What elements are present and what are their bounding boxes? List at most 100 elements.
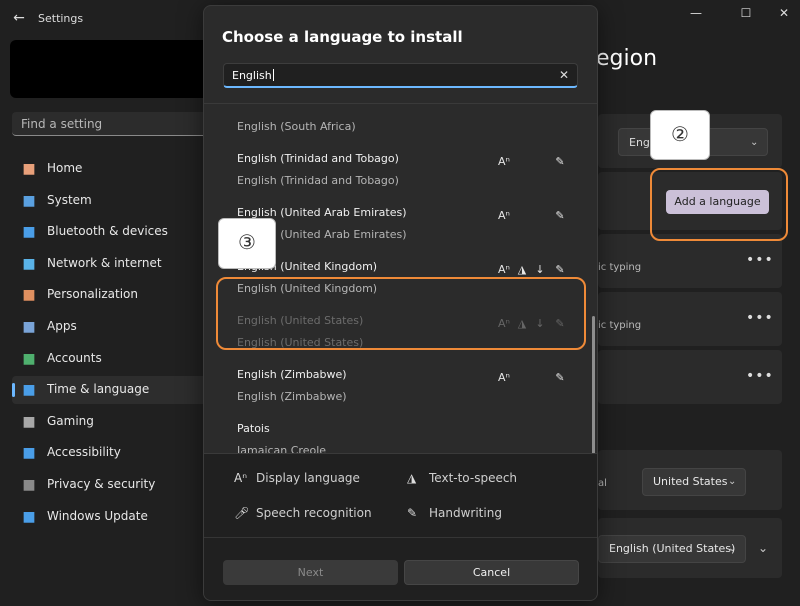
sidebar-item-label: Windows Update xyxy=(47,508,148,523)
legend-label: Display language xyxy=(256,471,360,485)
sidebar-item[interactable]: ■ Personalization xyxy=(12,281,212,309)
chevron-down-icon: ⌄ xyxy=(750,137,759,148)
system-icon: ■ xyxy=(22,192,36,209)
language-search-input[interactable]: English ✕ xyxy=(223,63,578,88)
sidebar-item-label: Network & internet xyxy=(47,255,162,270)
sidebar-item[interactable]: ■ Gaming xyxy=(12,408,212,436)
sidebar-item[interactable]: ■ System xyxy=(12,187,212,215)
handwriting-icon: ✎ xyxy=(555,209,565,222)
language-name: Patois xyxy=(237,422,270,435)
language-name: English (Trinidad and Tobago) xyxy=(237,152,399,165)
regional-format-value: English (United States) xyxy=(609,542,736,555)
sidebar-item-label: Home xyxy=(47,161,83,175)
language-list-item[interactable]: English (Zimbabwe) English (Zimbabwe) Aⁿ ✎ xyxy=(204,359,597,413)
next-button[interactable]: Next xyxy=(223,560,398,585)
typing-label-2: ic typing xyxy=(598,320,642,331)
sidebar-item-label: Privacy & security xyxy=(47,477,156,491)
more-options-button-2[interactable]: ••• xyxy=(746,310,774,326)
gamepad-icon: ■ xyxy=(22,413,36,430)
step-3-badge: ③ xyxy=(218,218,276,269)
wifi-icon: ■ xyxy=(22,255,36,272)
legend-text-to-speech: ◮ Text-to-speech xyxy=(407,471,517,485)
callout-add-language xyxy=(650,168,788,241)
find-setting-input[interactable]: Find a setting xyxy=(12,112,212,136)
step-2-badge: ② xyxy=(650,110,710,160)
display-language-icon: Aⁿ xyxy=(498,371,510,384)
language-native-name: English (South Africa) xyxy=(237,120,356,133)
text-caret xyxy=(272,69,274,81)
language-list-item[interactable]: English (South Africa) xyxy=(204,104,597,143)
apps-icon: ■ xyxy=(22,319,36,335)
dialog-footer: Next Cancel xyxy=(204,537,597,600)
list-scrollbar[interactable] xyxy=(592,316,595,453)
shield-icon: ■ xyxy=(22,477,36,493)
more-options-button-3[interactable]: ••• xyxy=(746,368,774,384)
legend-handwriting: ✎ Handwriting xyxy=(407,506,502,520)
chevron-down-icon: ⌄ xyxy=(728,476,737,487)
sidebar-item-label: Time & language xyxy=(47,382,150,397)
language-name: English (Zimbabwe) xyxy=(237,368,347,381)
minimize-button[interactable]: — xyxy=(682,4,710,22)
sidebar-item[interactable]: ■ Network & internet xyxy=(12,250,212,278)
chevron-down-icon: ⌄ xyxy=(728,543,737,554)
regional-format-select[interactable]: English (United States) xyxy=(598,535,746,563)
handwriting-icon: ✎ xyxy=(555,263,565,276)
feature-legend: Aⁿ Display language ◮ Text-to-speech 🎤︎ Spe… xyxy=(204,453,597,537)
back-arrow-icon[interactable]: ← xyxy=(10,8,28,28)
sidebar-item[interactable]: ■ Accounts xyxy=(12,345,212,373)
typing-label-1: ic typing xyxy=(598,262,642,273)
sidebar-item[interactable]: ■ Accessibility xyxy=(12,439,212,467)
app-title: Settings xyxy=(38,12,84,25)
profile-redacted[interactable] xyxy=(10,40,212,98)
more-options-button-1[interactable]: ••• xyxy=(746,252,774,268)
sidebar-item[interactable]: ■ Time & language xyxy=(12,376,212,405)
sidebar-item-label: Accounts xyxy=(47,350,102,365)
language-native-name: Jamaican Creole xyxy=(237,444,327,453)
callout-english-us xyxy=(216,277,586,350)
sidebar-item-label: Apps xyxy=(47,319,77,333)
sidebar-item[interactable]: ■ Home xyxy=(12,155,212,183)
close-button[interactable]: ✕ xyxy=(770,4,798,22)
brush-icon: ■ xyxy=(22,287,36,304)
sidebar-item[interactable]: ■ Windows Update xyxy=(12,503,212,531)
expand-chevron-icon[interactable]: ⌄ xyxy=(758,541,768,555)
cancel-button[interactable]: Cancel xyxy=(404,560,579,585)
legend-display-language: Aⁿ Display language xyxy=(234,471,360,485)
handwriting-icon: ✎ xyxy=(555,155,565,168)
sidebar-item-label: Personalization xyxy=(47,287,138,302)
page-title: egion xyxy=(596,46,658,71)
text-to-speech-icon: ◮ xyxy=(517,263,527,276)
update-icon: ■ xyxy=(22,508,36,525)
text-to-speech-icon: ◮ xyxy=(407,471,417,485)
active-indicator xyxy=(12,383,15,398)
accounts-icon: ■ xyxy=(22,350,36,367)
accessibility-icon: ■ xyxy=(22,445,36,462)
dialog-title: Choose a language to install xyxy=(222,28,463,46)
legend-label: Text-to-speech xyxy=(429,471,518,485)
sidebar-item-label: Bluetooth & devices xyxy=(47,224,168,239)
legend-label: Speech recognition xyxy=(256,506,372,520)
clock-globe-icon: ■ xyxy=(22,382,36,399)
legend-label: Handwriting xyxy=(429,506,502,520)
display-language-icon: Aⁿ xyxy=(498,209,510,222)
language-list-item[interactable]: English (Trinidad and Tobago) English (Tr… xyxy=(204,143,597,197)
search-value: English xyxy=(232,69,274,82)
display-language-icon: Aⁿ xyxy=(234,471,247,485)
microphone-icon: 🎤︎ xyxy=(234,506,250,520)
sidebar-item-label: Gaming xyxy=(47,413,94,428)
language-list-item[interactable]: Patois Jamaican Creole xyxy=(204,413,597,453)
sidebar-item[interactable]: ■ Privacy & security xyxy=(12,471,212,499)
handwriting-icon: ✎ xyxy=(555,371,565,384)
speech-recognition-icon: ↓ xyxy=(535,263,545,276)
clear-search-icon[interactable]: ✕ xyxy=(559,68,569,82)
handwriting-icon: ✎ xyxy=(407,506,418,520)
legend-speech-recognition: 🎤︎ Speech recognition xyxy=(234,506,372,520)
bluetooth-icon: ■ xyxy=(22,224,36,241)
language-native-name: English (Zimbabwe) xyxy=(237,390,347,403)
home-icon: ■ xyxy=(22,161,36,177)
maximize-button[interactable]: ☐ xyxy=(732,4,760,22)
sidebar-item[interactable]: ■ Apps xyxy=(12,313,212,341)
sidebar-item-label: System xyxy=(47,192,92,207)
sidebar-item[interactable]: ■ Bluetooth & devices xyxy=(12,218,212,246)
display-language-icon: Aⁿ xyxy=(498,263,510,276)
